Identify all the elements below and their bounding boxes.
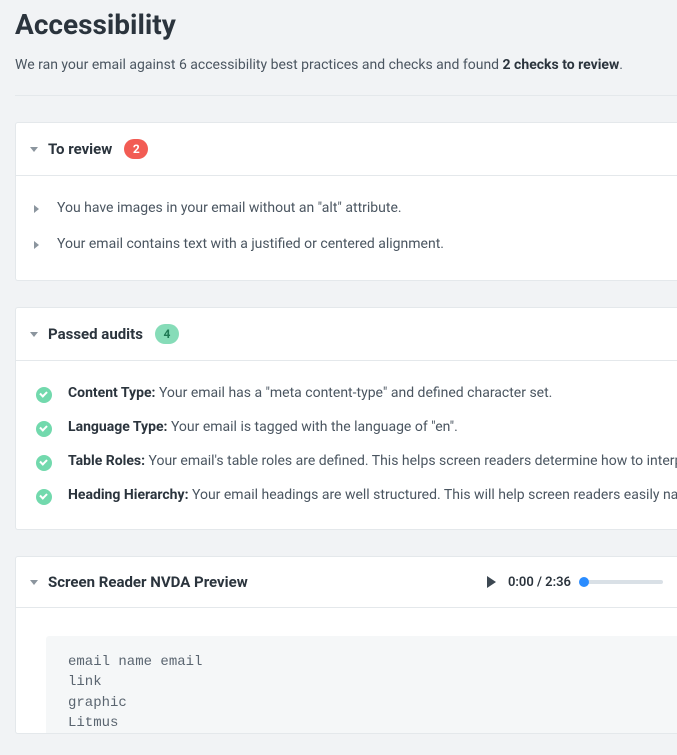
chevron-down-icon: [30, 580, 38, 585]
screen-reader-preview-body: email name email link graphic Litmus: [16, 607, 677, 733]
transcript: email name email link graphic Litmus: [46, 636, 677, 733]
check-icon: [36, 387, 52, 403]
to-review-body: You have images in your email without an…: [16, 175, 677, 280]
audit-text: Your email has a "meta content-type" and…: [155, 385, 552, 401]
review-item[interactable]: You have images in your email without an…: [30, 190, 663, 226]
check-icon: [36, 489, 52, 505]
chevron-right-icon: [34, 205, 39, 213]
screen-reader-preview-header[interactable]: Screen Reader NVDA Preview 0:00 / 2:36: [16, 557, 677, 607]
player-progress[interactable]: [583, 580, 663, 584]
audit-text: Your email is tagged with the language o…: [167, 419, 457, 435]
screen-reader-preview-panel: Screen Reader NVDA Preview 0:00 / 2:36 e…: [15, 556, 677, 734]
passed-audits-panel: Passed audits 4 Content Type: Your email…: [15, 307, 677, 530]
audit-text: Your email's table roles are defined. Th…: [145, 453, 677, 469]
review-item[interactable]: Your email contains text with a justifie…: [30, 226, 663, 262]
audit-label: Language Type:: [68, 419, 167, 435]
screen-reader-preview-title: Screen Reader NVDA Preview: [48, 573, 248, 591]
player-time: 0:00 / 2:36: [508, 575, 571, 590]
audit-label: Content Type:: [68, 385, 155, 401]
intro-bold: 2 checks to review: [503, 57, 620, 73]
to-review-title: To review: [48, 140, 112, 158]
to-review-panel: To review 2 You have images in your emai…: [15, 122, 677, 281]
review-item-text: You have images in your email without an…: [57, 200, 402, 216]
passed-audits-count-badge: 4: [155, 324, 179, 344]
passed-audits-title: Passed audits: [48, 325, 143, 343]
passed-audits-header[interactable]: Passed audits 4: [16, 308, 677, 360]
chevron-down-icon: [30, 147, 38, 152]
review-item-text: Your email contains text with a justifie…: [57, 236, 444, 252]
to-review-header[interactable]: To review 2: [16, 123, 677, 175]
intro-text: We ran your email against 6 accessibilit…: [15, 57, 677, 73]
intro-suffix: .: [619, 57, 623, 73]
intro-prefix: We ran your email against 6 accessibilit…: [15, 57, 503, 73]
page-title: Accessibility: [15, 8, 677, 41]
passed-audits-body: Content Type: Your email has a "meta con…: [16, 360, 677, 529]
chevron-right-icon: [34, 241, 39, 249]
audit-row: Table Roles: Your email's table roles ar…: [30, 445, 663, 479]
audit-text: Your email headings are well structured.…: [189, 487, 677, 503]
divider: [15, 95, 677, 96]
audio-player: 0:00 / 2:36: [487, 575, 663, 590]
check-icon: [36, 421, 52, 437]
audit-label: Table Roles:: [68, 453, 145, 469]
audit-label: Heading Hierarchy:: [68, 487, 189, 503]
audit-row: Content Type: Your email has a "meta con…: [30, 377, 663, 411]
audit-row: Language Type: Your email is tagged with…: [30, 411, 663, 445]
check-icon: [36, 455, 52, 471]
audit-row: Heading Hierarchy: Your email headings a…: [30, 479, 663, 513]
chevron-down-icon: [30, 332, 38, 337]
play-icon[interactable]: [487, 576, 496, 588]
to-review-count-badge: 2: [124, 139, 148, 159]
